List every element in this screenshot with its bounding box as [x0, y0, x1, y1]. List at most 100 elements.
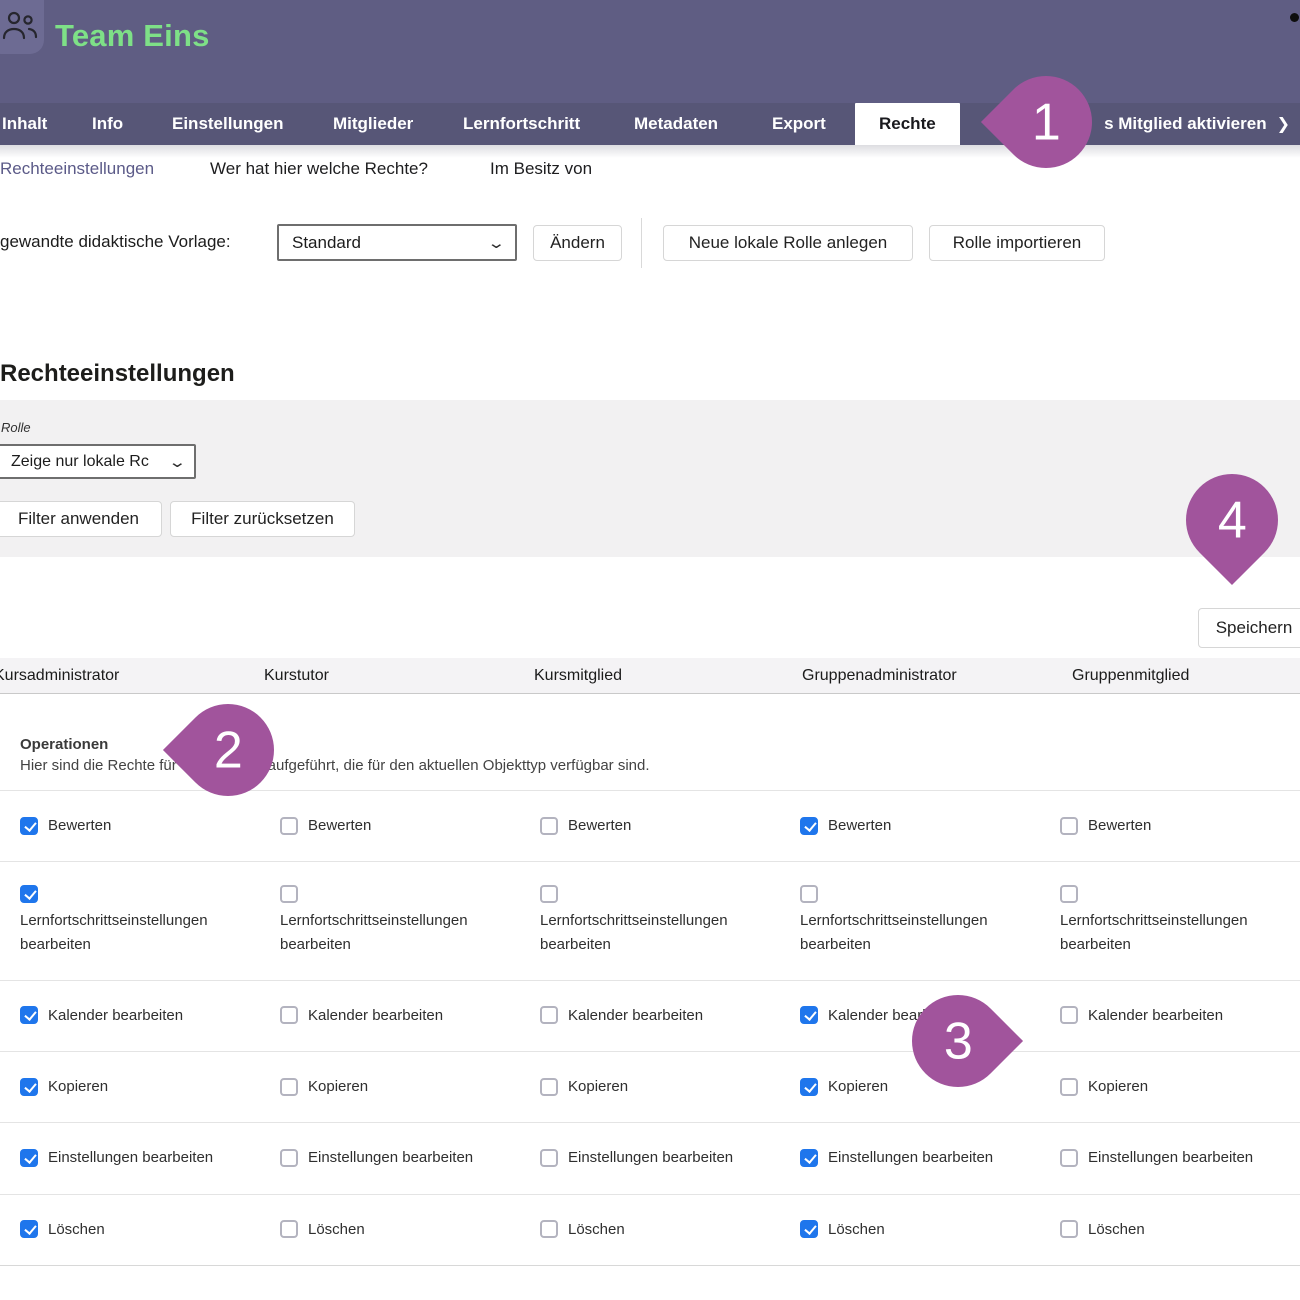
- permission-cell: Kalender bearbeiten: [540, 1004, 800, 1027]
- permission-row-bewerten: BewertenBewertenBewertenBewertenBewerten: [0, 791, 1300, 862]
- checkbox-unchecked-icon[interactable]: [280, 1006, 298, 1024]
- checkbox-unchecked-icon[interactable]: [540, 1220, 558, 1238]
- callout-number: 2: [214, 720, 243, 780]
- banner: Team Eins: [0, 0, 1300, 103]
- role-filter-select[interactable]: Zeige nur lokale Rc ⌄: [0, 444, 196, 479]
- checkbox-unchecked-icon[interactable]: [280, 817, 298, 835]
- callout-number: 4: [1218, 490, 1247, 550]
- permission-label: Einstellungen bearbeiten: [48, 1146, 213, 1169]
- checkbox-checked-icon[interactable]: [800, 1006, 818, 1024]
- permission-cell: Löschen: [20, 1218, 280, 1241]
- checkbox-checked-icon[interactable]: [800, 1078, 818, 1096]
- tab-einstellungen[interactable]: Einstellungen: [172, 103, 283, 145]
- permission-cell: Kalender bearbeiten: [1060, 1004, 1300, 1027]
- permission-label: Bewerten: [568, 814, 631, 837]
- tab-inhalt[interactable]: Inhalt: [2, 103, 47, 145]
- permission-label: Löschen: [308, 1218, 365, 1241]
- checkbox-unchecked-icon[interactable]: [1060, 817, 1078, 835]
- permission-cell: Lernfortschrittseinstellungen bearbeiten: [1060, 885, 1300, 956]
- permission-label: Kalender bearbeiten: [48, 1004, 183, 1027]
- permission-cell: Bewerten: [20, 814, 280, 837]
- permission-cell: Einstellungen bearbeiten: [540, 1146, 800, 1169]
- permission-row-einstellungen-bearbeiten: Einstellungen bearbeiten Einstellungen be…: [0, 1123, 1300, 1194]
- checkbox-unchecked-icon[interactable]: [280, 1078, 298, 1096]
- permissions-page: Team Eins Inhalt Info Einstellungen Mitglie…: [0, 0, 1300, 1300]
- toolbar-divider: [641, 218, 642, 268]
- main-tab-bar: Inhalt Info Einstellungen Mitglieder Lernfor…: [0, 103, 1300, 145]
- checkbox-unchecked-icon[interactable]: [540, 1078, 558, 1096]
- permission-label: Einstellungen bearbeiten: [568, 1146, 733, 1169]
- permission-label: Lernfortschrittseinstellungen bearbeiten: [540, 909, 756, 956]
- change-template-button[interactable]: Ändern: [533, 225, 622, 261]
- subtab-wer-hat-hier-welche-rechte-[interactable]: Wer hat hier welche Rechte?: [210, 159, 428, 179]
- permission-label: Einstellungen bearbeiten: [828, 1146, 993, 1169]
- permission-cell: Kopieren: [540, 1075, 800, 1098]
- checkbox-checked-icon[interactable]: [20, 1006, 38, 1024]
- tab-info[interactable]: Info: [92, 103, 123, 145]
- didactic-template-label: gewandte didaktische Vorlage:: [0, 232, 231, 252]
- activate-as-member-label: s Mitglied aktivieren: [1104, 114, 1267, 133]
- checkbox-checked-icon[interactable]: [20, 1078, 38, 1096]
- permission-cell: Bewerten: [1060, 814, 1300, 837]
- checkbox-checked-icon[interactable]: [20, 1149, 38, 1167]
- permission-cell: Einstellungen bearbeiten: [800, 1146, 1060, 1169]
- permission-cell: Einstellungen bearbeiten: [1060, 1146, 1300, 1169]
- checkbox-unchecked-icon[interactable]: [540, 817, 558, 835]
- checkbox-unchecked-icon[interactable]: [1060, 1149, 1078, 1167]
- save-button[interactable]: Speichern: [1198, 608, 1300, 648]
- page-title: Team Eins: [55, 18, 210, 54]
- permission-label: Lernfortschrittseinstellungen bearbeiten: [280, 909, 496, 956]
- filter-apply-button[interactable]: Filter anwenden: [0, 501, 162, 537]
- checkbox-checked-icon[interactable]: [800, 1220, 818, 1238]
- checkbox-unchecked-icon[interactable]: [280, 1220, 298, 1238]
- permission-cell: Bewerten: [800, 814, 1060, 837]
- checkbox-unchecked-icon[interactable]: [540, 885, 558, 903]
- checkbox-checked-icon[interactable]: [20, 885, 38, 903]
- permission-cell: Löschen: [1060, 1218, 1300, 1241]
- subtab-im-besitz-von[interactable]: Im Besitz von: [490, 159, 592, 179]
- permission-label: Lernfortschrittseinstellungen bearbeiten: [20, 909, 236, 956]
- sub-tab-bar: Rechteeinstellungen Wer hat hier welche R…: [0, 145, 1300, 197]
- checkbox-checked-icon[interactable]: [20, 1220, 38, 1238]
- checkbox-unchecked-icon[interactable]: [540, 1149, 558, 1167]
- table-header-row: KursadministratorKurstutorKursmitgliedGr…: [0, 658, 1300, 694]
- permission-cell: Einstellungen bearbeiten: [20, 1146, 280, 1169]
- chevron-down-icon: ⌄: [168, 453, 187, 471]
- checkbox-checked-icon[interactable]: [800, 817, 818, 835]
- permission-cell: Kopieren: [800, 1075, 1060, 1098]
- activate-as-member-action[interactable]: s Mitglied aktivieren ❯: [1104, 103, 1290, 145]
- permission-label: Löschen: [48, 1218, 105, 1241]
- permission-cell: Kopieren: [280, 1075, 540, 1098]
- checkbox-unchecked-icon[interactable]: [800, 885, 818, 903]
- permission-label: Einstellungen bearbeiten: [308, 1146, 473, 1169]
- permission-cell: Kopieren: [1060, 1075, 1300, 1098]
- subtab-rechteeinstellungen[interactable]: Rechteeinstellungen: [0, 159, 154, 179]
- checkbox-unchecked-icon[interactable]: [1060, 1078, 1078, 1096]
- tab-rechte[interactable]: Rechte: [855, 103, 960, 145]
- checkbox-unchecked-icon[interactable]: [1060, 1220, 1078, 1238]
- chevron-right-icon: ❯: [1277, 116, 1290, 133]
- tab-lernfortschritt[interactable]: Lernfortschritt: [463, 103, 580, 145]
- checkbox-unchecked-icon[interactable]: [540, 1006, 558, 1024]
- section-heading: Rechteeinstellungen: [0, 360, 235, 388]
- column-header-kursmitglied: Kursmitglied: [534, 658, 622, 694]
- checkbox-unchecked-icon[interactable]: [1060, 1006, 1078, 1024]
- permission-label: Kalender bearbeiten: [308, 1004, 443, 1027]
- checkbox-checked-icon[interactable]: [800, 1149, 818, 1167]
- import-role-button[interactable]: Rolle importieren: [929, 225, 1105, 261]
- filter-reset-button[interactable]: Filter zurücksetzen: [170, 501, 355, 537]
- permission-label: Bewerten: [1088, 814, 1151, 837]
- checkbox-unchecked-icon[interactable]: [1060, 885, 1078, 903]
- tab-mitglieder[interactable]: Mitglieder: [333, 103, 413, 145]
- checkbox-unchecked-icon[interactable]: [280, 885, 298, 903]
- checkbox-unchecked-icon[interactable]: [280, 1149, 298, 1167]
- permission-cell: Bewerten: [540, 814, 800, 837]
- permission-label: Lernfortschrittseinstellungen bearbeiten: [800, 909, 1016, 956]
- permission-cell: Lernfortschrittseinstellungen bearbeiten: [800, 885, 1060, 956]
- new-local-role-button[interactable]: Neue lokale Rolle anlegen: [663, 225, 913, 261]
- tab-metadaten[interactable]: Metadaten: [634, 103, 718, 145]
- checkbox-checked-icon[interactable]: [20, 817, 38, 835]
- didactic-template-select[interactable]: Standard ⌄: [277, 224, 517, 261]
- permission-cell: Lernfortschrittseinstellungen bearbeiten: [280, 885, 540, 956]
- tab-export[interactable]: Export: [772, 103, 826, 145]
